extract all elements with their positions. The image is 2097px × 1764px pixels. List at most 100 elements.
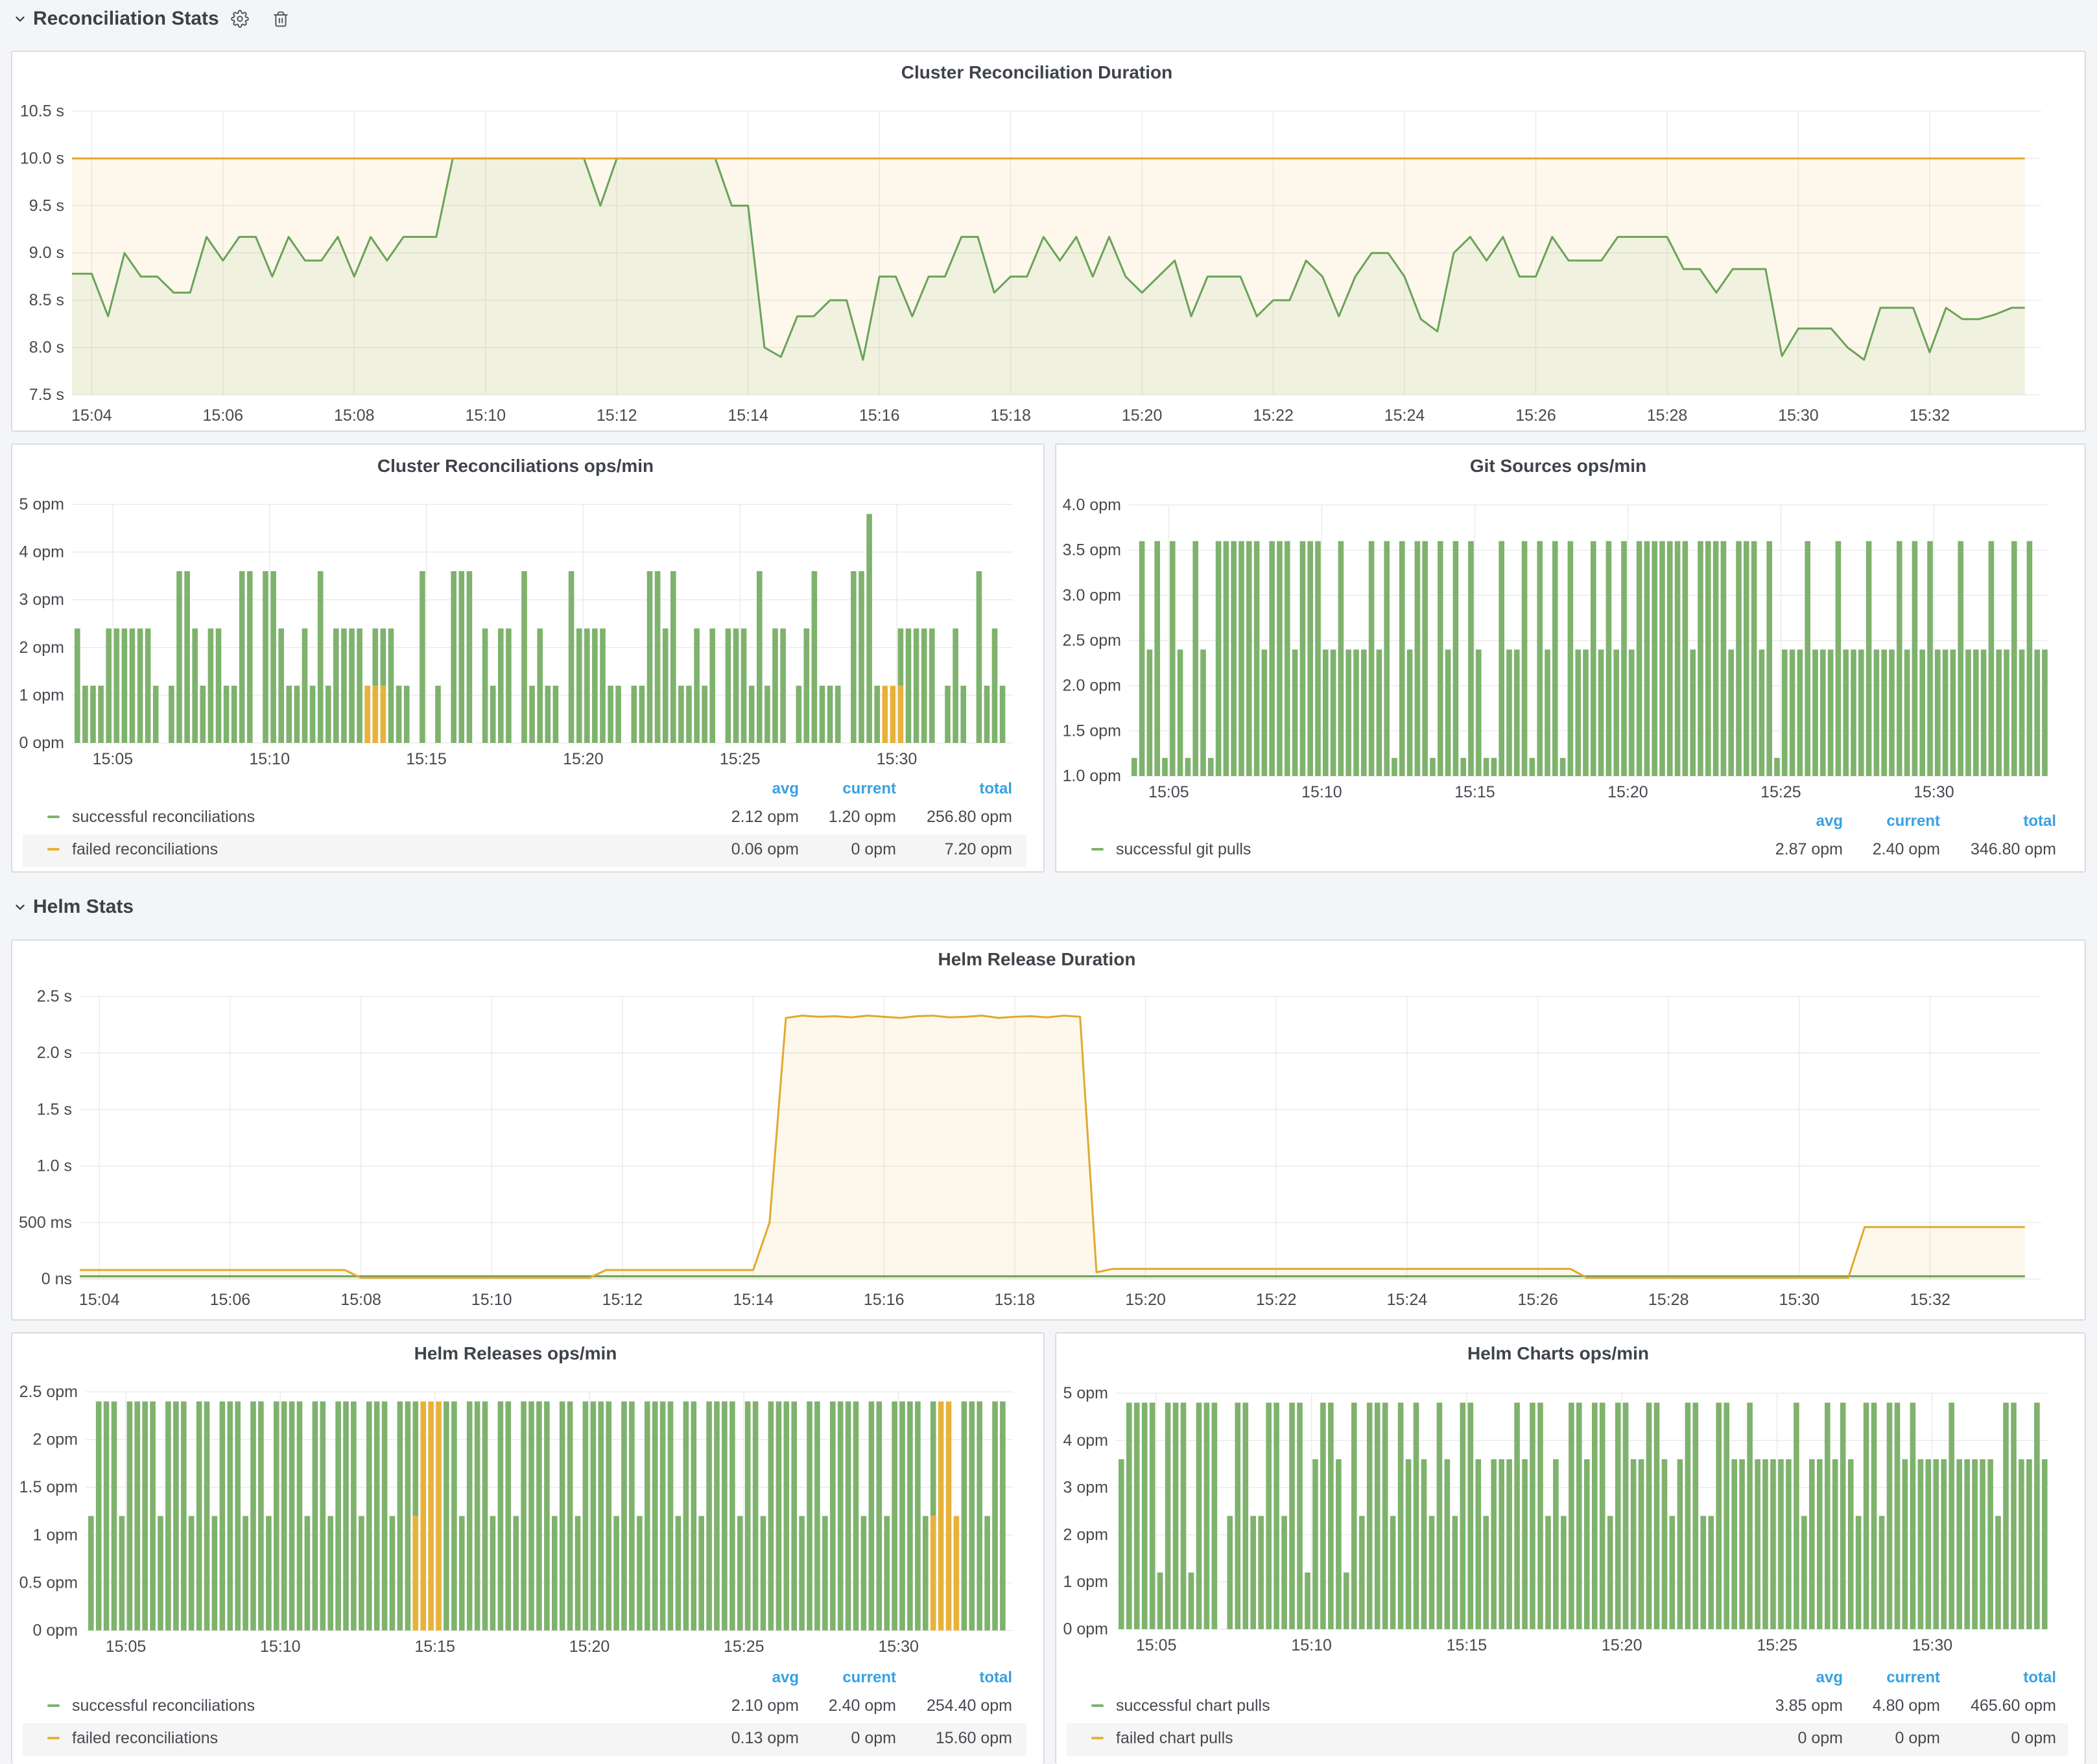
svg-text:4.0 opm: 4.0 opm: [1063, 496, 1121, 514]
svg-text:15:20: 15:20: [1607, 783, 1648, 801]
svg-text:15:12: 15:12: [602, 1291, 643, 1309]
svg-text:avg: avg: [1816, 812, 1843, 830]
svg-text:7.5 s: 7.5 s: [29, 386, 64, 404]
svg-text:2 opm: 2 opm: [19, 639, 64, 657]
svg-text:3 opm: 3 opm: [19, 591, 64, 609]
svg-text:8.5 s: 8.5 s: [29, 291, 64, 309]
svg-text:15:32: 15:32: [1910, 1291, 1950, 1309]
svg-text:15:20: 15:20: [1602, 1636, 1642, 1654]
svg-text:1.0 opm: 1.0 opm: [1063, 767, 1121, 785]
svg-text:15:26: 15:26: [1517, 1291, 1558, 1309]
svg-text:2.0 s: 2.0 s: [37, 1044, 72, 1062]
svg-text:15:14: 15:14: [733, 1291, 774, 1309]
svg-text:15:22: 15:22: [1256, 1291, 1297, 1309]
svg-text:2.5 s: 2.5 s: [37, 987, 72, 1005]
svg-text:15:14: 15:14: [728, 406, 768, 425]
svg-text:Helm Charts ops/min: Helm Charts ops/min: [1467, 1343, 1649, 1363]
svg-text:0.5 opm: 0.5 opm: [19, 1573, 78, 1592]
svg-text:15:30: 15:30: [1913, 783, 1954, 801]
svg-text:0 ns: 0 ns: [41, 1270, 72, 1288]
svg-text:15:16: 15:16: [859, 406, 900, 425]
svg-text:0.06 opm: 0.06 opm: [731, 840, 799, 858]
svg-text:0 opm: 0 opm: [851, 840, 896, 858]
svg-text:9.5 s: 9.5 s: [29, 196, 64, 215]
svg-text:15:24: 15:24: [1387, 1291, 1428, 1309]
svg-text:1 opm: 1 opm: [19, 686, 64, 704]
svg-text:15:04: 15:04: [79, 1291, 120, 1309]
svg-text:15:08: 15:08: [334, 406, 375, 425]
svg-text:15:30: 15:30: [878, 1638, 919, 1656]
svg-text:0 opm: 0 opm: [1895, 1729, 1940, 1747]
svg-text:465.60 opm: 465.60 opm: [1971, 1697, 2056, 1715]
svg-text:15.60 opm: 15.60 opm: [936, 1729, 1012, 1747]
svg-text:9.0 s: 9.0 s: [29, 244, 64, 262]
svg-text:2.87 opm: 2.87 opm: [1775, 840, 1843, 858]
svg-text:1 opm: 1 opm: [33, 1526, 78, 1544]
svg-text:15:30: 15:30: [1778, 406, 1819, 425]
svg-text:15:10: 15:10: [1291, 1636, 1332, 1654]
svg-text:15:26: 15:26: [1515, 406, 1556, 425]
svg-text:Cluster Reconciliation Duratio: Cluster Reconciliation Duration: [901, 62, 1173, 82]
svg-text:1.0 s: 1.0 s: [37, 1157, 72, 1175]
svg-text:15:25: 15:25: [1760, 783, 1801, 801]
svg-text:successful chart pulls: successful chart pulls: [1116, 1697, 1270, 1715]
svg-text:1 opm: 1 opm: [1063, 1573, 1108, 1591]
svg-text:15:20: 15:20: [1122, 406, 1163, 425]
svg-text:15:20: 15:20: [569, 1638, 610, 1656]
svg-text:0.13 opm: 0.13 opm: [731, 1729, 799, 1747]
svg-text:15:05: 15:05: [1148, 783, 1189, 801]
svg-text:0 opm: 0 opm: [1063, 1620, 1108, 1638]
svg-text:15:16: 15:16: [864, 1291, 905, 1309]
svg-text:10.5 s: 10.5 s: [20, 102, 64, 121]
svg-text:8.0 s: 8.0 s: [29, 338, 64, 357]
svg-text:Git Sources ops/min: Git Sources ops/min: [1470, 456, 1646, 476]
svg-text:total: total: [2023, 812, 2056, 830]
svg-text:2.40 opm: 2.40 opm: [829, 1697, 896, 1715]
svg-text:total: total: [2023, 1669, 2056, 1686]
svg-text:15:30: 15:30: [1779, 1291, 1820, 1309]
svg-text:1.5 opm: 1.5 opm: [19, 1478, 78, 1496]
svg-text:2 opm: 2 opm: [33, 1431, 78, 1449]
svg-text:1.5 opm: 1.5 opm: [1063, 722, 1121, 740]
svg-text:15:10: 15:10: [471, 1291, 512, 1309]
svg-text:3 opm: 3 opm: [1063, 1479, 1108, 1497]
svg-text:15:04: 15:04: [71, 406, 112, 425]
svg-text:15:25: 15:25: [724, 1638, 764, 1656]
svg-text:15:18: 15:18: [990, 406, 1031, 425]
svg-text:4 opm: 4 opm: [1063, 1431, 1108, 1450]
svg-text:15:05: 15:05: [1136, 1636, 1177, 1654]
svg-text:2.40 opm: 2.40 opm: [1873, 840, 1940, 858]
svg-text:1.20 opm: 1.20 opm: [829, 808, 896, 826]
svg-text:total: total: [979, 780, 1012, 797]
svg-text:10.0 s: 10.0 s: [20, 149, 64, 167]
svg-text:15:22: 15:22: [1253, 406, 1294, 425]
svg-text:3.0 opm: 3.0 opm: [1063, 586, 1121, 604]
svg-text:15:28: 15:28: [1648, 1291, 1689, 1309]
svg-text:15:12: 15:12: [597, 406, 637, 425]
svg-text:1.5 s: 1.5 s: [37, 1100, 72, 1118]
svg-text:avg: avg: [772, 780, 799, 797]
svg-text:5 opm: 5 opm: [1063, 1384, 1108, 1402]
svg-text:successful reconciliations: successful reconciliations: [72, 1697, 255, 1715]
svg-text:15:05: 15:05: [93, 750, 134, 768]
svg-text:15:10: 15:10: [466, 406, 506, 425]
svg-text:failed reconciliations: failed reconciliations: [72, 1729, 218, 1747]
svg-text:total: total: [979, 1669, 1012, 1686]
svg-text:Helm Release Duration: Helm Release Duration: [938, 949, 1136, 969]
svg-text:successful reconciliations: successful reconciliations: [72, 808, 255, 826]
svg-text:2.5 opm: 2.5 opm: [19, 1383, 78, 1401]
svg-text:256.80 opm: 256.80 opm: [927, 808, 1012, 826]
svg-text:4.80 opm: 4.80 opm: [1873, 1697, 1940, 1715]
svg-text:0 opm: 0 opm: [2011, 1729, 2056, 1747]
svg-text:current: current: [842, 780, 896, 797]
svg-text:15:24: 15:24: [1384, 406, 1425, 425]
svg-text:15:20: 15:20: [1125, 1291, 1166, 1309]
svg-text:15:30: 15:30: [1912, 1636, 1953, 1654]
svg-text:2.10 opm: 2.10 opm: [731, 1697, 799, 1715]
svg-text:Cluster Reconciliations ops/mi: Cluster Reconciliations ops/min: [377, 456, 654, 476]
svg-text:2.5 opm: 2.5 opm: [1063, 631, 1121, 650]
svg-text:500 ms: 500 ms: [19, 1214, 72, 1232]
svg-text:15:20: 15:20: [563, 750, 604, 768]
svg-text:2.0 opm: 2.0 opm: [1063, 677, 1121, 695]
svg-text:0 opm: 0 opm: [851, 1729, 896, 1747]
